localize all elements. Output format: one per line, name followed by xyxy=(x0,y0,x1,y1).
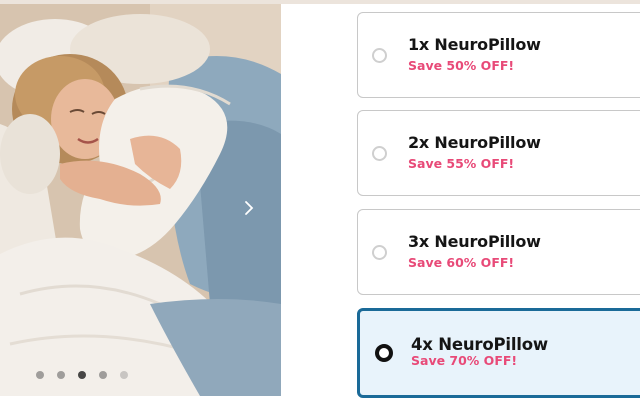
option-title: 3x NeuroPillow xyxy=(408,232,541,251)
gallery-dot[interactable] xyxy=(120,371,128,379)
option-title: 2x NeuroPillow xyxy=(408,133,541,152)
radio-button[interactable] xyxy=(372,48,387,63)
bundle-option-4-selected[interactable]: 4x NeuroPillow Save 70% OFF! xyxy=(357,308,640,398)
product-photo xyxy=(0,4,281,396)
gallery-next-button[interactable] xyxy=(244,200,264,224)
option-title: 1x NeuroPillow xyxy=(408,35,541,54)
option-title: 4x NeuroPillow xyxy=(411,335,548,354)
chevron-right-icon xyxy=(245,201,254,215)
bundle-option-1[interactable]: 1x NeuroPillow Save 50% OFF! xyxy=(357,12,640,98)
gallery-dot[interactable] xyxy=(36,371,44,379)
gallery-dot[interactable] xyxy=(99,371,107,379)
option-savings: Save 55% OFF! xyxy=(408,156,515,171)
option-savings: Save 50% OFF! xyxy=(408,58,515,73)
bundle-option-2[interactable]: 2x NeuroPillow Save 55% OFF! xyxy=(357,110,640,196)
bundle-option-3[interactable]: 3x NeuroPillow Save 60% OFF! xyxy=(357,209,640,295)
radio-button[interactable] xyxy=(372,146,387,161)
gallery-dot-active[interactable] xyxy=(78,371,86,379)
radio-button-selected[interactable] xyxy=(375,344,393,362)
option-savings: Save 60% OFF! xyxy=(408,255,515,270)
gallery-pagination-dots xyxy=(36,371,128,379)
option-savings: Save 70% OFF! xyxy=(411,353,518,368)
product-image-gallery[interactable] xyxy=(0,4,281,396)
radio-button[interactable] xyxy=(372,245,387,260)
gallery-dot[interactable] xyxy=(57,371,65,379)
